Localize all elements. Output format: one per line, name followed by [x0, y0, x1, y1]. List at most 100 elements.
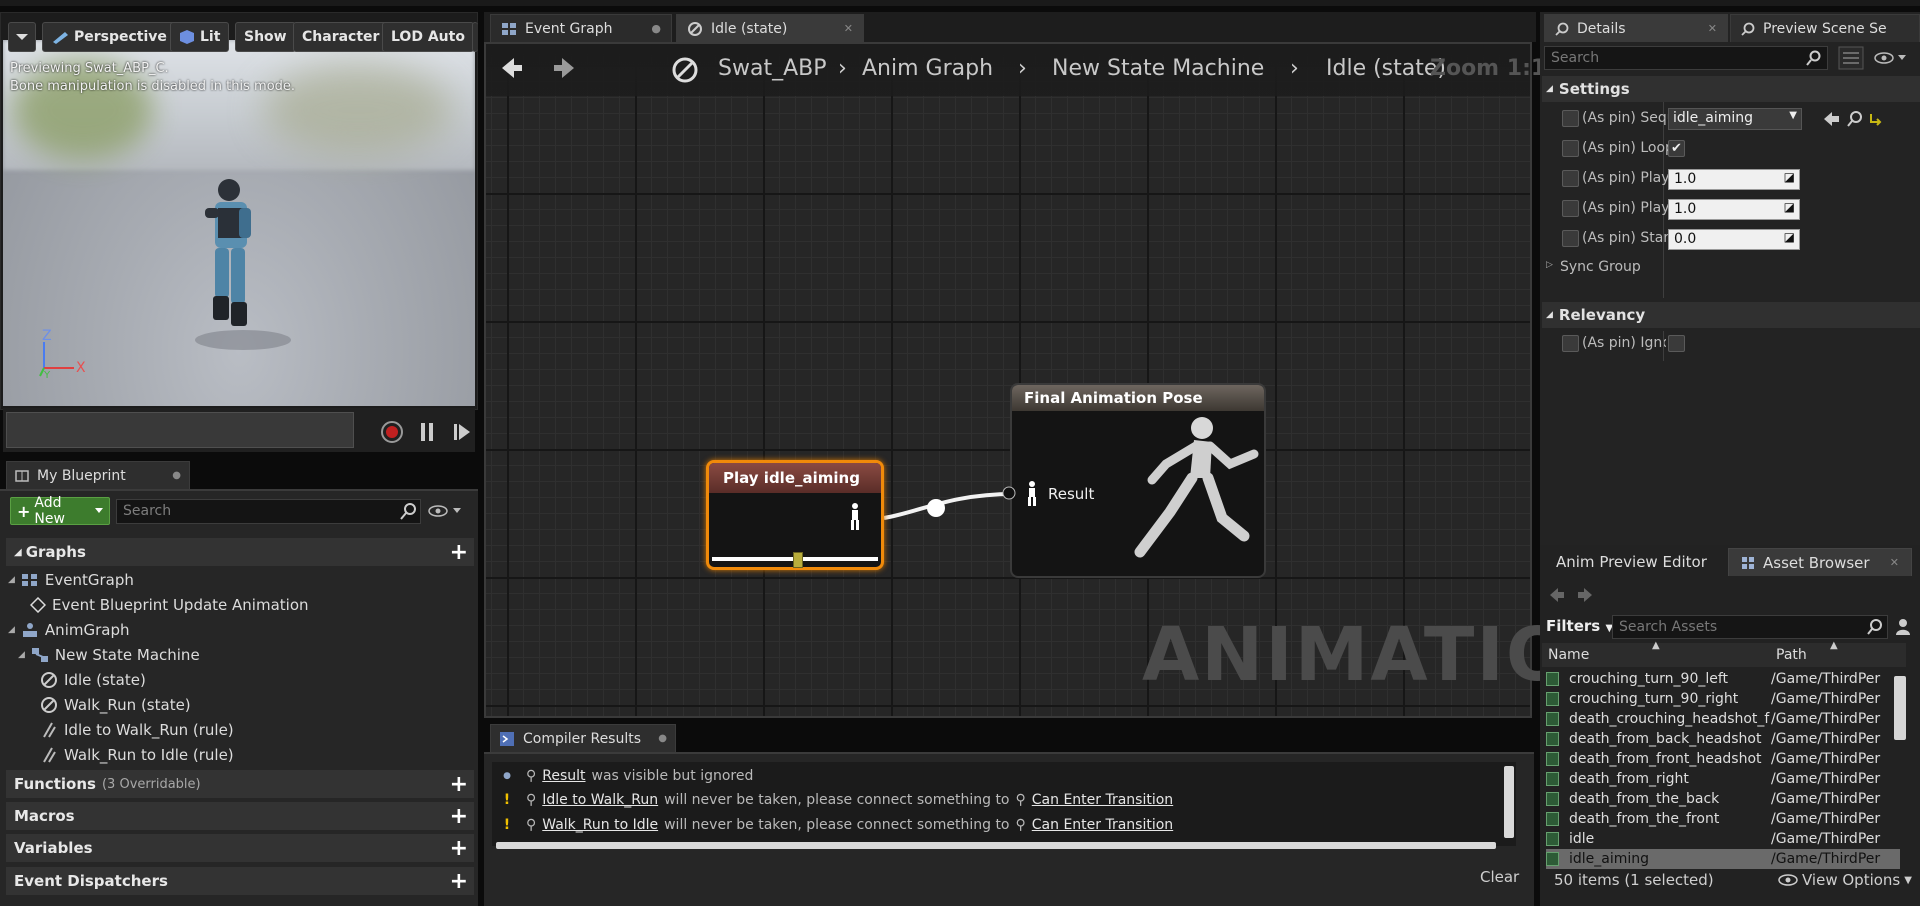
compiler-message-row[interactable]: ● ⚲ Result was visible but ignored	[500, 766, 753, 786]
use-selected-arrow-icon[interactable]	[1822, 110, 1840, 128]
asset-list-item-selected[interactable]: idle_aiming/Game/ThirdPer	[1546, 849, 1900, 869]
horizontal-scrollbar[interactable]	[496, 842, 1496, 849]
graphs-section-header[interactable]: ◢ Graphs +	[6, 538, 474, 566]
back-arrow-icon[interactable]	[500, 56, 524, 80]
breadcrumb-swat-abp[interactable]: Swat_ABP	[718, 56, 826, 81]
play-rate-basis-input[interactable]: 1.0 ◪	[1668, 199, 1800, 220]
message-link-secondary[interactable]: Can Enter Transition	[1032, 817, 1173, 833]
viewport-options-dropdown[interactable]	[8, 22, 36, 52]
message-link[interactable]: Idle to Walk_Run	[542, 792, 658, 808]
step-forward-icon[interactable]	[452, 421, 472, 443]
user-icon[interactable]	[1894, 618, 1912, 636]
property-row-sync-group[interactable]: ▷ Sync Group	[1542, 254, 1920, 284]
event-dispatchers-section-header[interactable]: Event Dispatchers +	[6, 867, 474, 895]
breadcrumb-state-machine[interactable]: New State Machine	[1052, 56, 1264, 81]
perspective-button[interactable]: Perspective	[42, 22, 176, 52]
tab-compiler-results[interactable]: Compiler Results ●	[490, 724, 676, 752]
close-icon[interactable]: ✕	[844, 22, 853, 35]
visibility-options-icon[interactable]	[1874, 50, 1908, 66]
as-pin-checkbox[interactable]	[1562, 140, 1579, 157]
close-icon[interactable]: ✕	[1708, 22, 1717, 35]
sequence-asset-dropdown[interactable]: idle_aiming ▼	[1668, 108, 1802, 130]
add-variable-button[interactable]: +	[450, 836, 468, 861]
as-pin-checkbox[interactable]	[1562, 230, 1579, 247]
search-icon[interactable]	[400, 502, 418, 520]
tree-item-eventgraph[interactable]: ◢ EventGraph	[8, 568, 134, 592]
tab-asset-browser[interactable]: Asset Browser ✕	[1728, 548, 1912, 576]
blueprint-search-input[interactable]: Search	[116, 499, 421, 524]
message-link[interactable]: Walk_Run to Idle	[542, 817, 658, 833]
lit-button[interactable]: Lit	[170, 22, 230, 52]
tab-preview-scene-settings[interactable]: Preview Scene Se	[1730, 14, 1920, 42]
relevancy-category-header[interactable]: ◢ Relevancy	[1542, 302, 1920, 328]
asset-search-input[interactable]: Search Assets	[1612, 615, 1888, 639]
tree-item-state-machine[interactable]: ◢ New State Machine	[18, 643, 200, 667]
view-options-button[interactable]: View Options ▼	[1778, 871, 1912, 889]
tree-item-walk-run-state[interactable]: Walk_Run (state)	[40, 693, 191, 717]
ignore-relevancy-checkbox[interactable]	[1668, 335, 1685, 352]
search-icon[interactable]	[1806, 50, 1822, 66]
as-pin-checkbox[interactable]	[1562, 110, 1579, 127]
as-pin-checkbox[interactable]	[1562, 170, 1579, 187]
tab-anim-preview-editor[interactable]: Anim Preview Editor	[1544, 548, 1719, 576]
play-node-progress-knob[interactable]	[793, 552, 803, 568]
timeline-scrubber[interactable]	[6, 412, 354, 448]
macros-section-header[interactable]: Macros +	[6, 802, 474, 830]
asset-list-item[interactable]: death_crouching_headshot_f/Game/ThirdPer	[1546, 709, 1900, 729]
tab-idle-state[interactable]: Idle (state) ✕	[676, 14, 864, 42]
close-icon[interactable]: ●	[172, 470, 181, 481]
close-icon[interactable]: ●	[651, 22, 661, 35]
loop-animation-checkbox[interactable]: ✔	[1668, 140, 1685, 157]
viewport-more-button[interactable]	[472, 22, 478, 52]
reset-arrow-icon[interactable]	[1868, 110, 1884, 126]
tree-item-idle-state[interactable]: Idle (state)	[40, 668, 146, 692]
tab-details[interactable]: Details ✕	[1544, 14, 1728, 42]
play-rate-input[interactable]: 1.0 ◪	[1668, 169, 1800, 190]
add-dispatcher-button[interactable]: +	[450, 869, 468, 894]
pause-icon[interactable]	[418, 421, 436, 443]
visibility-options-icon[interactable]	[428, 504, 464, 518]
record-icon[interactable]	[380, 420, 404, 444]
asset-list-item[interactable]: death_from_the_back/Game/ThirdPer	[1546, 789, 1900, 809]
back-arrow-icon[interactable]	[1548, 586, 1566, 604]
property-matrix-icon[interactable]	[1838, 46, 1864, 70]
search-icon[interactable]	[1866, 618, 1884, 636]
add-new-button[interactable]: + Add New	[10, 495, 110, 527]
asset-list-item[interactable]: death_from_front_headshot/Game/ThirdPer	[1546, 749, 1900, 769]
close-icon[interactable]: ✕	[1890, 556, 1899, 569]
tree-item-idle-to-walk-rule[interactable]: Idle to Walk_Run (rule)	[40, 718, 234, 742]
vertical-scrollbar[interactable]	[1504, 766, 1514, 838]
name-column-header[interactable]: Name	[1548, 647, 1589, 663]
browse-search-icon[interactable]	[1846, 110, 1864, 128]
add-function-button[interactable]: +	[450, 772, 468, 797]
settings-category-header[interactable]: ◢ Settings	[1542, 76, 1920, 102]
message-link[interactable]: Result	[542, 768, 585, 784]
asset-list-item[interactable]: death_from_right/Game/ThirdPer	[1546, 769, 1900, 789]
message-link-secondary[interactable]: Can Enter Transition	[1032, 792, 1173, 808]
as-pin-checkbox[interactable]	[1562, 335, 1579, 352]
breadcrumb-idle-state[interactable]: Idle (state)	[1326, 56, 1446, 81]
filters-dropdown[interactable]: Filters ▼	[1546, 617, 1613, 635]
asset-list-item[interactable]: death_from_the_front/Game/ThirdPer	[1546, 809, 1900, 829]
variables-section-header[interactable]: Variables +	[6, 834, 474, 862]
add-graph-button[interactable]: +	[450, 540, 468, 565]
forward-arrow-icon[interactable]	[552, 56, 576, 80]
character-button[interactable]: Character	[293, 22, 389, 52]
tree-item-walk-to-idle-rule[interactable]: Walk_Run to Idle (rule)	[40, 743, 234, 767]
close-icon[interactable]: ●	[658, 733, 667, 744]
asset-list-item[interactable]: crouching_turn_90_right/Game/ThirdPer	[1546, 689, 1900, 709]
functions-section-header[interactable]: Functions (3 Overridable) +	[6, 770, 474, 798]
compiler-message-row[interactable]: ! ⚲ Walk_Run to Idle will never be taken…	[500, 815, 1173, 835]
compiler-message-row[interactable]: ! ⚲ Idle to Walk_Run will never be taken…	[500, 790, 1173, 810]
pose-pin-icon[interactable]	[1025, 480, 1039, 508]
start-position-input[interactable]: 0.0 ◪	[1668, 229, 1800, 250]
tree-item-update-animation[interactable]: Event Blueprint Update Animation	[30, 593, 309, 617]
clear-button[interactable]: Clear	[1480, 868, 1519, 886]
tab-my-blueprint[interactable]: My Blueprint ●	[6, 461, 190, 489]
add-macro-button[interactable]: +	[450, 804, 468, 829]
asset-list-item[interactable]: death_from_back_headshot/Game/ThirdPer	[1546, 729, 1900, 749]
tab-event-graph[interactable]: Event Graph ●	[490, 14, 672, 42]
tree-item-animgraph[interactable]: ◢ AnimGraph	[8, 618, 129, 642]
input-pin-circle-icon[interactable]	[1002, 483, 1016, 503]
asset-list-item[interactable]: crouching_turn_90_left/Game/ThirdPer	[1546, 669, 1900, 689]
